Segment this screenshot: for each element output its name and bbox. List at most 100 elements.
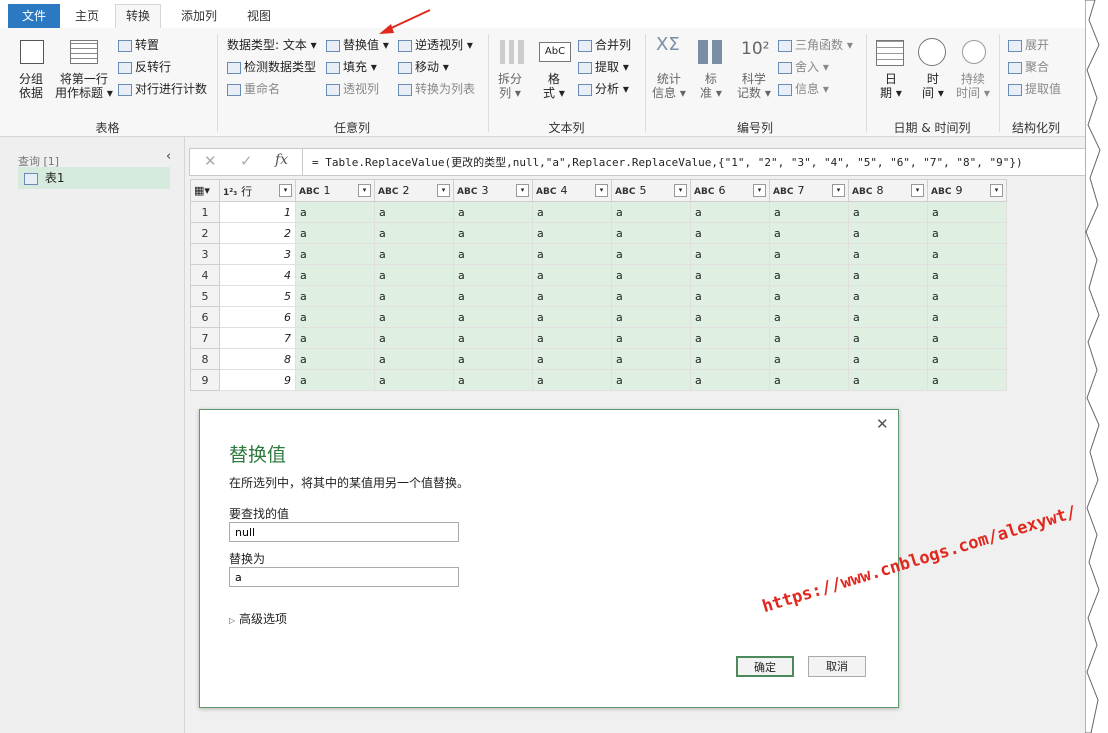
table-cell[interactable]: a: [690, 243, 770, 265]
table-cell[interactable]: 6: [219, 306, 296, 328]
table-cell[interactable]: a: [769, 243, 849, 265]
table-cell[interactable]: a: [690, 264, 770, 286]
rename-button[interactable]: 重命名: [227, 82, 280, 96]
extract-values-button[interactable]: 提取值: [1008, 82, 1061, 96]
column-filter-icon[interactable]: ▾: [516, 184, 529, 197]
tab-transform[interactable]: 转换: [115, 4, 162, 30]
column-filter-icon[interactable]: ▾: [595, 184, 608, 197]
merge-columns-button[interactable]: 合并列: [578, 38, 631, 52]
table-cell[interactable]: a: [295, 369, 375, 391]
table-cell[interactable]: 8: [219, 348, 296, 370]
table-cell[interactable]: a: [453, 348, 533, 370]
time-button[interactable]: 时间 ▾: [922, 72, 944, 100]
table-cell[interactable]: a: [532, 243, 612, 265]
column-filter-icon[interactable]: ▾: [911, 184, 924, 197]
extract-button[interactable]: 提取 ▾: [578, 60, 629, 74]
row-number[interactable]: 2: [190, 222, 220, 244]
table-cell[interactable]: a: [611, 369, 691, 391]
info-button[interactable]: 信息 ▾: [778, 82, 829, 96]
format-button[interactable]: 格式 ▾: [543, 72, 565, 100]
column-filter-icon[interactable]: ▾: [358, 184, 371, 197]
table-cell[interactable]: a: [769, 264, 849, 286]
row-number[interactable]: 5: [190, 285, 220, 307]
tab-home[interactable]: 主页: [65, 5, 109, 27]
table-cell[interactable]: a: [611, 285, 691, 307]
row-number[interactable]: 8: [190, 348, 220, 370]
move-button[interactable]: 移动 ▾: [398, 60, 449, 74]
table-cell[interactable]: a: [611, 306, 691, 328]
replace-with-input[interactable]: [229, 567, 459, 587]
data-type-dropdown[interactable]: 数据类型: 文本 ▾: [227, 38, 317, 52]
table-cell[interactable]: a: [374, 306, 454, 328]
function-icon[interactable]: fx: [275, 152, 288, 168]
table-cell[interactable]: a: [453, 306, 533, 328]
column-header-row[interactable]: 1²₃ 行 ▾: [219, 179, 296, 202]
table-cell[interactable]: a: [690, 222, 770, 244]
table-cell[interactable]: a: [453, 285, 533, 307]
table-cell[interactable]: a: [848, 201, 928, 223]
table-cell[interactable]: a: [295, 243, 375, 265]
table-cell[interactable]: 1: [219, 201, 296, 223]
table-cell[interactable]: a: [453, 264, 533, 286]
column-header[interactable]: ABC 7 ▾: [769, 179, 849, 202]
table-cell[interactable]: a: [532, 285, 612, 307]
table-cell[interactable]: a: [611, 201, 691, 223]
table-cell[interactable]: a: [927, 222, 1007, 244]
table-cell[interactable]: a: [848, 222, 928, 244]
column-header[interactable]: ABC 4 ▾: [532, 179, 612, 202]
table-cell[interactable]: a: [927, 201, 1007, 223]
table-cell[interactable]: a: [848, 327, 928, 349]
table-cell[interactable]: a: [295, 348, 375, 370]
column-filter-icon[interactable]: ▾: [674, 184, 687, 197]
table-cell[interactable]: a: [848, 306, 928, 328]
table-cell[interactable]: a: [848, 285, 928, 307]
table-cell[interactable]: a: [374, 369, 454, 391]
table-cell[interactable]: a: [848, 369, 928, 391]
table-cell[interactable]: a: [769, 327, 849, 349]
table-cell[interactable]: a: [374, 243, 454, 265]
table-cell[interactable]: a: [295, 201, 375, 223]
table-cell[interactable]: a: [453, 243, 533, 265]
table-cell[interactable]: 4: [219, 264, 296, 286]
replace-values-button[interactable]: 替换值 ▾: [326, 38, 389, 52]
table-cell[interactable]: a: [295, 222, 375, 244]
table-cell[interactable]: a: [532, 201, 612, 223]
tab-file[interactable]: 文件: [8, 4, 61, 28]
column-filter-icon[interactable]: ▾: [832, 184, 845, 197]
query-item[interactable]: 表1: [18, 167, 170, 189]
table-cell[interactable]: a: [690, 285, 770, 307]
row-number[interactable]: 6: [190, 306, 220, 328]
row-number[interactable]: 9: [190, 369, 220, 391]
expand-button[interactable]: 展开: [1008, 38, 1049, 52]
formula-text[interactable]: = Table.ReplaceValue(更改的类型,null,"a",Repl…: [312, 154, 1023, 170]
table-cell[interactable]: a: [848, 243, 928, 265]
table-cell[interactable]: a: [295, 327, 375, 349]
scientific-button[interactable]: 科学 记数 ▾: [737, 72, 771, 100]
column-filter-icon[interactable]: ▾: [753, 184, 766, 197]
convert-to-list-button[interactable]: 转换为列表: [398, 82, 475, 96]
table-menu-icon[interactable]: ▦▾: [190, 179, 220, 202]
table-cell[interactable]: 9: [219, 369, 296, 391]
split-column-button[interactable]: 拆分列 ▾: [498, 72, 522, 100]
pivot-column-button[interactable]: 透视列: [326, 82, 379, 96]
table-cell[interactable]: a: [690, 369, 770, 391]
collapse-chevron-icon[interactable]: ‹: [166, 149, 171, 164]
table-cell[interactable]: a: [690, 327, 770, 349]
table-cell[interactable]: a: [453, 201, 533, 223]
table-cell[interactable]: a: [769, 222, 849, 244]
table-cell[interactable]: a: [927, 285, 1007, 307]
table-cell[interactable]: a: [848, 348, 928, 370]
group-by-button[interactable]: 分组 依据: [19, 72, 43, 100]
tab-view[interactable]: 视图: [237, 5, 281, 27]
table-cell[interactable]: a: [927, 369, 1007, 391]
detect-type-button[interactable]: 检测数据类型: [227, 60, 316, 74]
table-cell[interactable]: a: [848, 264, 928, 286]
table-cell[interactable]: a: [927, 243, 1007, 265]
row-number[interactable]: 3: [190, 243, 220, 265]
use-first-row-header-button[interactable]: 将第一行 用作标题 ▾: [55, 72, 113, 100]
table-cell[interactable]: 7: [219, 327, 296, 349]
table-cell[interactable]: a: [295, 306, 375, 328]
table-cell[interactable]: a: [690, 348, 770, 370]
advanced-options-toggle[interactable]: ▷ 高级选项: [229, 610, 287, 627]
table-cell[interactable]: a: [769, 285, 849, 307]
